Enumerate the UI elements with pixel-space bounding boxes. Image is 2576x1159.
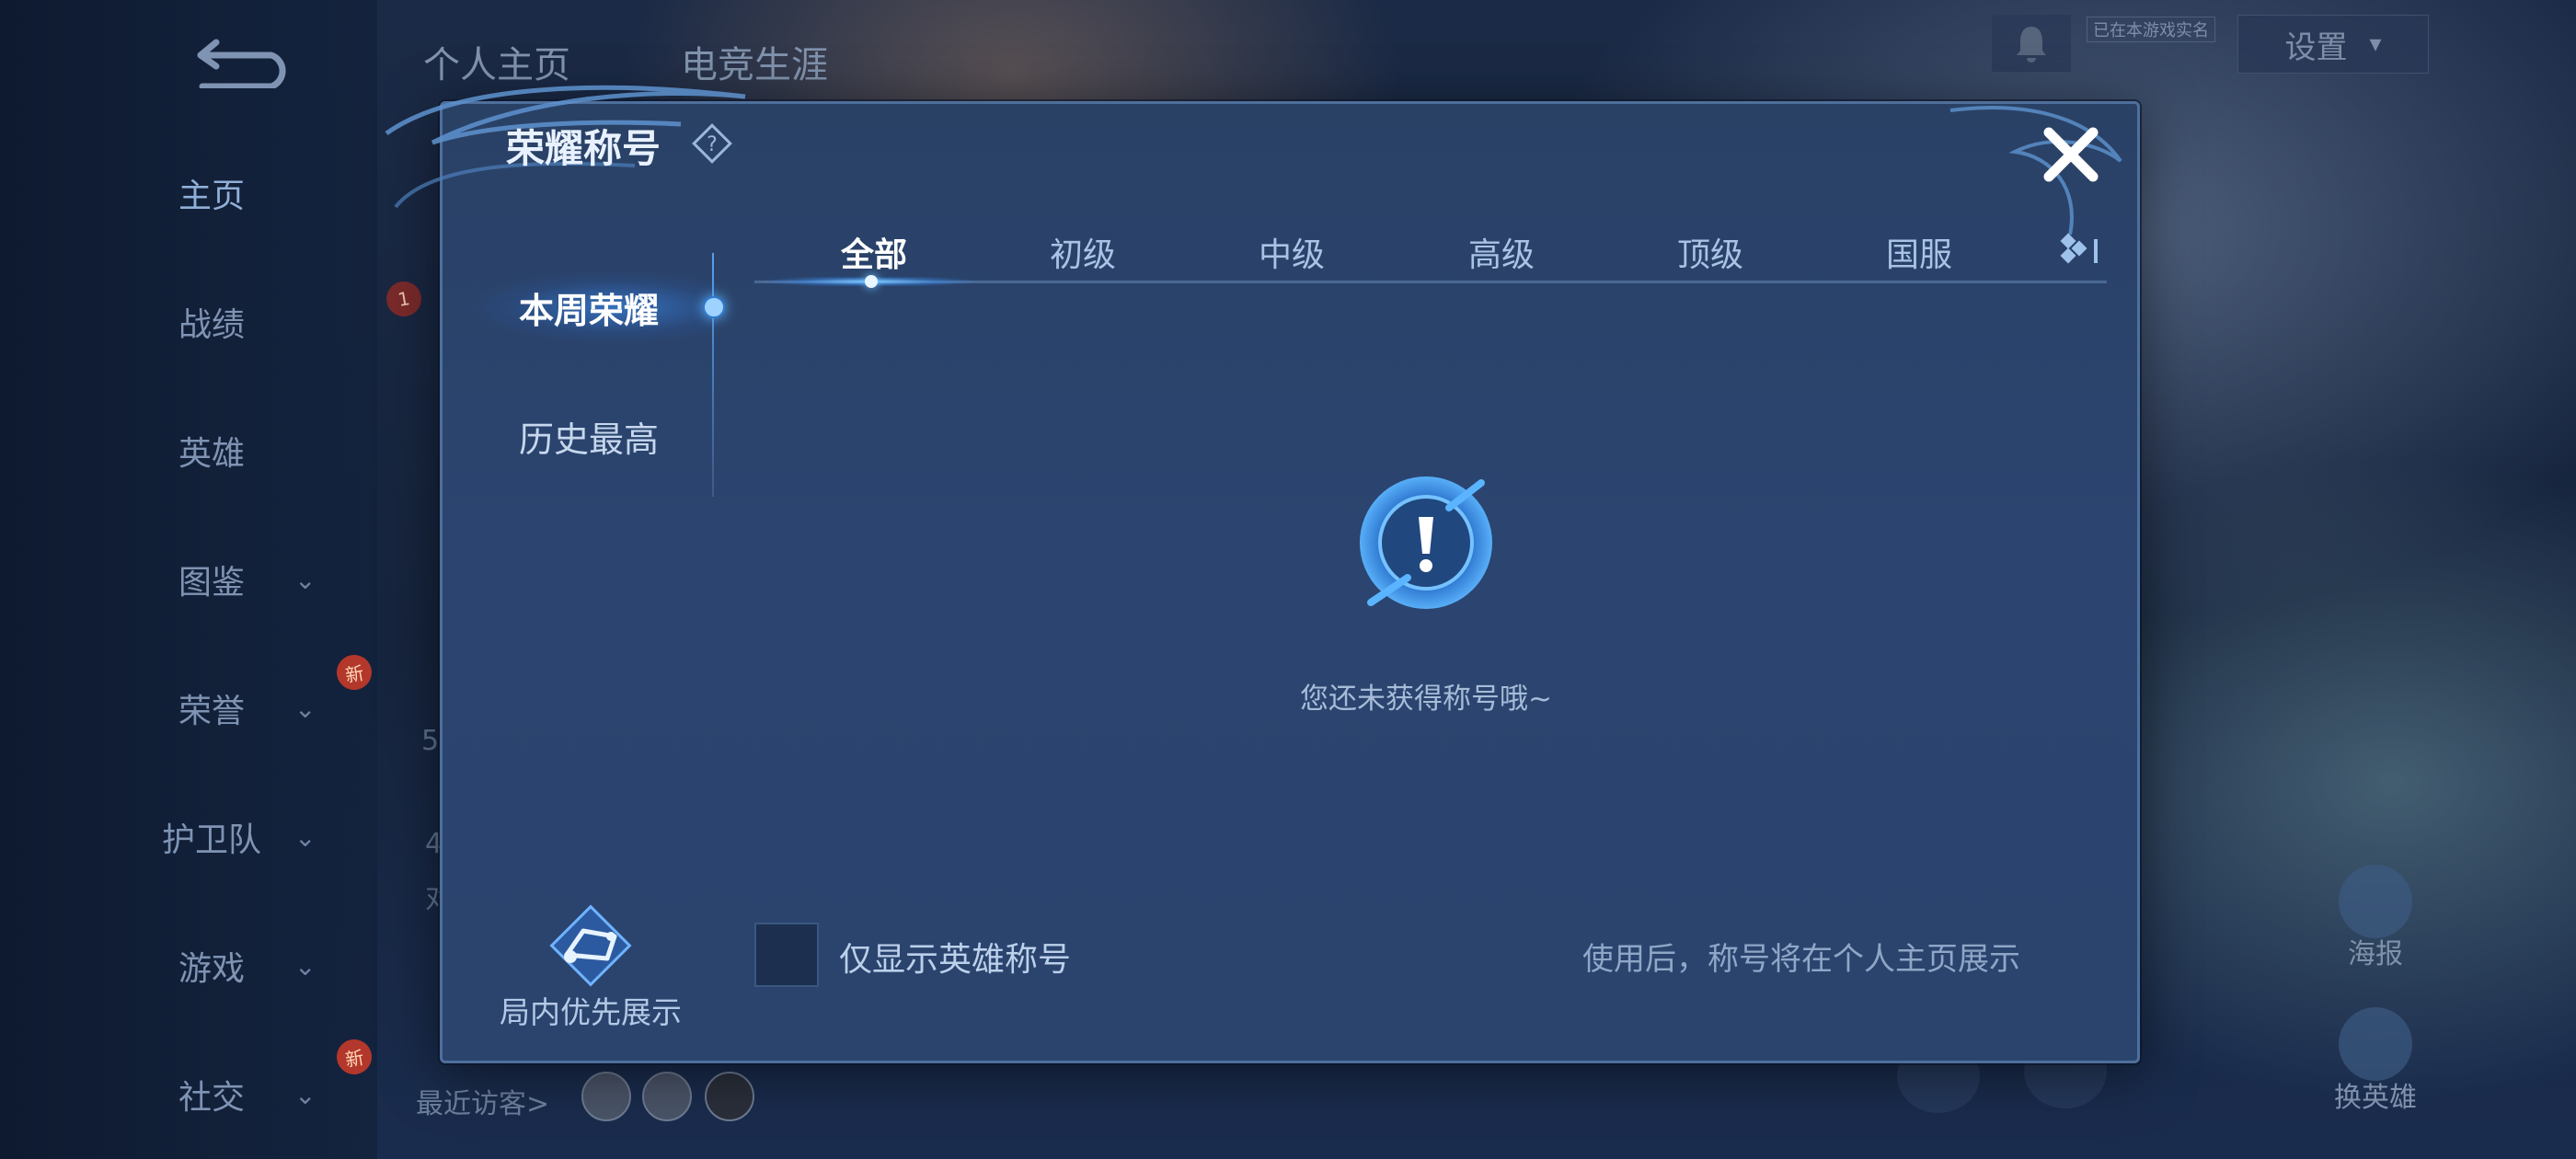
partial-text: 5 <box>421 725 440 757</box>
active-tab-indicator <box>703 296 725 318</box>
more-tabs-icon[interactable] <box>2057 230 2103 270</box>
tab-divider <box>712 253 714 497</box>
priority-display-icon[interactable] <box>539 903 642 995</box>
sidebar-item-heroes[interactable]: 英雄 <box>138 423 350 478</box>
realname-tag: 已在本游戏实名 <box>2087 17 2215 42</box>
chevron-down-icon: ⌄ <box>294 693 316 724</box>
bell-icon <box>2017 27 2046 63</box>
poster-button-label[interactable]: 海报 <box>2320 931 2431 971</box>
tab-national[interactable]: 国服 <box>1841 228 1997 276</box>
switch-hero-icon[interactable] <box>2339 1007 2412 1081</box>
tab-history-best[interactable]: 历史最高 <box>460 399 718 473</box>
tab-beginner[interactable]: 初级 <box>1005 228 1161 276</box>
settings-label: 设置 <box>2284 29 2348 66</box>
recent-visitors-link[interactable]: 最近访客> <box>416 1081 549 1121</box>
rank-badge: 1 <box>383 278 425 320</box>
sidebar-item-record[interactable]: 战绩 <box>138 294 350 350</box>
settings-button[interactable]: 设置 ▾ <box>2237 15 2429 74</box>
avatar[interactable] <box>581 1072 631 1121</box>
dialog-title: 荣耀称号 <box>506 126 661 171</box>
sidebar-item-game[interactable]: 游戏 ⌄ <box>138 938 350 993</box>
tab-all[interactable]: 全部 <box>796 228 952 276</box>
poster-icon[interactable] <box>2339 865 2412 938</box>
svg-text:?: ? <box>707 133 718 156</box>
sidebar-item-social[interactable]: 社交 ⌄ <box>138 1067 350 1122</box>
chevron-down-icon: ⌄ <box>294 950 316 981</box>
chevron-down-icon: ⌄ <box>294 564 316 595</box>
help-icon[interactable]: ? <box>692 123 732 164</box>
switch-hero-button-label[interactable]: 换英雄 <box>2320 1074 2431 1115</box>
hero-titles-only-checkbox[interactable] <box>754 923 819 987</box>
back-icon[interactable] <box>193 33 294 88</box>
close-icon[interactable] <box>2038 121 2104 188</box>
active-tab-indicator <box>865 275 878 288</box>
tab-this-week[interactable]: 本周荣耀 <box>460 270 718 344</box>
avatar[interactable] <box>705 1072 754 1121</box>
tab-intermediate[interactable]: 中级 <box>1213 228 1370 276</box>
chevron-down-icon: ⌄ <box>294 1079 316 1110</box>
sidebar-item-home[interactable]: 主页 <box>138 166 350 221</box>
priority-display-label[interactable]: 局内优先展示 <box>478 988 703 1032</box>
chevron-down-icon: ⌄ <box>294 821 316 853</box>
warning-icon <box>1360 476 1492 609</box>
tab-advanced[interactable]: 高级 <box>1423 228 1580 276</box>
tab-esports[interactable]: 电竞生涯 <box>681 35 828 88</box>
avatar[interactable] <box>642 1072 692 1121</box>
bell-button[interactable] <box>1992 15 2071 72</box>
chevron-down-icon: ▾ <box>2369 30 2382 58</box>
sidebar-item-collection[interactable]: 图鉴 ⌄ <box>138 552 350 607</box>
usage-hint: 使用后，称号将在个人主页展示 <box>1582 941 2020 978</box>
hero-titles-only-label[interactable]: 仅显示英雄称号 <box>839 933 1071 981</box>
empty-message: 您还未获得称号哦~ <box>1300 683 1552 716</box>
sidebar-item-honor[interactable]: 荣誉 ⌄ <box>138 681 350 736</box>
sidebar-item-guard[interactable]: 护卫队 ⌄ <box>138 809 350 865</box>
tab-top[interactable]: 顶级 <box>1632 228 1788 276</box>
tab-profile[interactable]: 个人主页 <box>423 35 570 88</box>
